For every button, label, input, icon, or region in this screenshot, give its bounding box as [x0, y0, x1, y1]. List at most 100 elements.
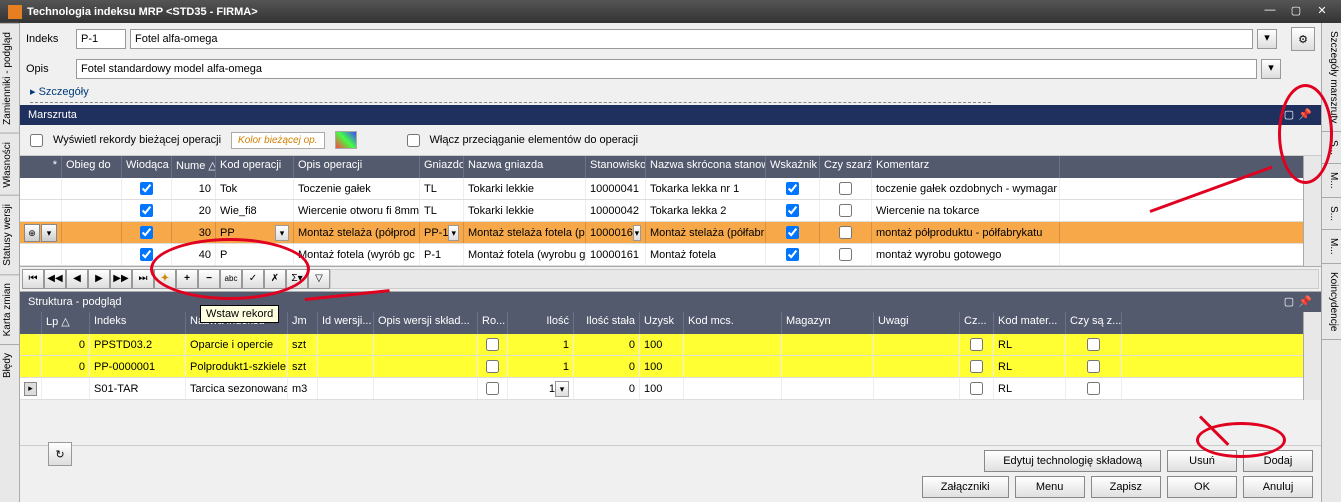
ro-checkbox[interactable] — [486, 338, 499, 351]
divider — [30, 102, 991, 103]
marszruta-row[interactable]: 20 Wie_fi8 Wiercenie otworu fi 8mm TL To… — [20, 200, 1303, 222]
szarzo-checkbox[interactable] — [839, 182, 852, 195]
csz-checkbox[interactable] — [1087, 360, 1100, 373]
nav-last[interactable]: ⏭ — [132, 269, 154, 289]
cz-checkbox[interactable] — [970, 382, 983, 395]
szarzo-checkbox[interactable] — [839, 226, 852, 239]
minimize-button[interactable]: — — [1259, 4, 1281, 20]
left-sidebar-tabs: Zamienniki - podgląd Własności Statusy w… — [0, 23, 20, 502]
zalaczniki-button[interactable]: Załączniki — [922, 476, 1009, 498]
wskaznik-checkbox[interactable] — [786, 248, 799, 261]
opis-input[interactable] — [76, 59, 1257, 79]
left-tab-bledy[interactable]: Błędy — [0, 344, 19, 386]
collapse-icon[interactable]: ▢ — [1281, 295, 1297, 309]
marszruta-grid[interactable]: * Obieg do Wiodąca Nume △ Kod operacji O… — [20, 156, 1303, 266]
wskaznik-checkbox[interactable] — [786, 182, 799, 195]
nav-sum[interactable]: Σ▾ — [286, 269, 308, 289]
indeks-dropdown[interactable]: ▾ — [1257, 29, 1277, 49]
edit-tech-button[interactable]: Edytuj technologię składową — [984, 450, 1161, 472]
wiodaca-checkbox[interactable] — [140, 248, 153, 261]
record-navigator: ⏮ ◀◀ ◀ ▶ ▶▶ ⏭ ✦ + − abc ✓ ✗ Σ▾ ▽ — [20, 266, 1321, 292]
cz-checkbox[interactable] — [970, 338, 983, 351]
right-tab-koincydencje[interactable]: Koincydencje — [1322, 264, 1341, 340]
cz-checkbox[interactable] — [970, 360, 983, 373]
indeks-code-input[interactable] — [76, 29, 126, 49]
marszruta-scrollbar[interactable] — [1303, 156, 1321, 266]
left-tab-statusy[interactable]: Statusy wersji — [0, 195, 19, 274]
nav-insert[interactable]: ✦ — [154, 269, 176, 289]
szarzo-checkbox[interactable] — [839, 248, 852, 261]
struktura-title: Struktura - podgląd — [28, 296, 122, 308]
close-button[interactable]: ✕ — [1311, 4, 1333, 20]
nav-prev[interactable]: ◀ — [66, 269, 88, 289]
szczegoly-link[interactable]: ▸ Szczegóły — [20, 83, 1321, 100]
wiodaca-checkbox[interactable] — [140, 182, 153, 195]
opis-dropdown[interactable]: ▾ — [1261, 59, 1281, 79]
opis-label: Opis — [26, 63, 72, 75]
indeks-name-input[interactable] — [130, 29, 1253, 49]
footer: ↻ Edytuj technologię składową Usuń Dodaj… — [20, 445, 1321, 502]
titlebar: Technologia indeksu MRP <STD35 - FIRMA> … — [0, 0, 1341, 23]
wiodaca-checkbox[interactable] — [140, 204, 153, 217]
nav-first[interactable]: ⏮ — [22, 269, 44, 289]
ro-checkbox[interactable] — [486, 360, 499, 373]
dodaj-button[interactable]: Dodaj — [1243, 450, 1313, 472]
marszruta-grid-header: * Obieg do Wiodąca Nume △ Kod operacji O… — [20, 156, 1303, 178]
nav-add[interactable]: + — [176, 269, 198, 289]
nav-cancel[interactable]: ✗ — [264, 269, 286, 289]
marszruta-row[interactable]: ⊕▾ 30 PP▾ Montaż stelaża (półprod PP-1▾ … — [20, 222, 1303, 244]
marszruta-row[interactable]: 40 P Montaż fotela (wyrób gc P-1 Montaż … — [20, 244, 1303, 266]
app-icon — [8, 5, 22, 19]
pin-icon[interactable]: 📌 — [1297, 108, 1313, 122]
nav-delete[interactable]: − — [198, 269, 220, 289]
drag-enable-checkbox[interactable] — [407, 134, 420, 147]
show-current-records-checkbox[interactable] — [30, 134, 43, 147]
right-sidebar-tabs: Szczegóły marszruty S... M... S... M... … — [1321, 23, 1341, 502]
ok-button[interactable]: OK — [1167, 476, 1237, 498]
csz-checkbox[interactable] — [1087, 382, 1100, 395]
right-tab-s1[interactable]: S... — [1322, 132, 1341, 164]
szarzo-checkbox[interactable] — [839, 204, 852, 217]
struktura-grid[interactable]: Lp △ Indeks Nazwa indeksu Jm Id wersji..… — [20, 312, 1303, 400]
right-tab-m1[interactable]: M... — [1322, 164, 1341, 198]
tool-button[interactable]: ⚙ — [1291, 27, 1315, 51]
right-tab-m2[interactable]: M... — [1322, 230, 1341, 264]
refresh-button[interactable]: ↻ — [48, 442, 72, 466]
color-picker[interactable] — [335, 131, 357, 149]
collapse-icon[interactable]: ▢ — [1281, 108, 1297, 122]
nav-prev-page[interactable]: ◀◀ — [44, 269, 66, 289]
csz-checkbox[interactable] — [1087, 338, 1100, 351]
nav-next[interactable]: ▶ — [88, 269, 110, 289]
left-tab-wlasnosci[interactable]: Własności — [0, 133, 19, 196]
zapisz-button[interactable]: Zapisz — [1091, 476, 1161, 498]
indeks-label: Indeks — [26, 33, 72, 45]
menu-button[interactable]: Menu — [1015, 476, 1085, 498]
left-tab-zamienniki[interactable]: Zamienniki - podgląd — [0, 23, 19, 133]
wiodaca-checkbox[interactable] — [140, 226, 153, 239]
maximize-button[interactable]: ▢ — [1285, 4, 1307, 20]
struktura-row[interactable]: 0 PPSTD03.2 Oparcie i opercie szt 1 0 10… — [20, 334, 1303, 356]
marszruta-row[interactable]: 10 Tok Toczenie gałek TL Tokarki lekkie … — [20, 178, 1303, 200]
color-label: Kolor bieżącej op. — [231, 132, 325, 149]
opt1-label: Wyświetl rekordy bieżącej operacji — [53, 134, 221, 146]
nav-post[interactable]: ✓ — [242, 269, 264, 289]
right-tab-s2[interactable]: S... — [1322, 198, 1341, 230]
nav-next-page[interactable]: ▶▶ — [110, 269, 132, 289]
struktura-row[interactable]: ▸ S01-TAR Tarcica sezonowana m3 1▾ 0 100… — [20, 378, 1303, 400]
nav-filter[interactable]: ▽ — [308, 269, 330, 289]
marszruta-header: Marszruta ▢ 📌 — [20, 105, 1321, 125]
insert-record-tooltip: Wstaw rekord — [200, 305, 279, 323]
wskaznik-checkbox[interactable] — [786, 204, 799, 217]
wskaznik-checkbox[interactable] — [786, 226, 799, 239]
anuluj-button[interactable]: Anuluj — [1243, 476, 1313, 498]
usun-button[interactable]: Usuń — [1167, 450, 1237, 472]
left-tab-karta[interactable]: Karta zmian — [0, 274, 19, 344]
nav-edit[interactable]: abc — [220, 269, 242, 289]
opt2-label: Włącz przeciąganie elementów do operacji — [430, 134, 639, 146]
struktura-scrollbar[interactable] — [1303, 312, 1321, 400]
struktura-row[interactable]: 0 PP-0000001 Polprodukt1-szkiele szt 1 0… — [20, 356, 1303, 378]
window-title: Technologia indeksu MRP <STD35 - FIRMA> — [27, 6, 1259, 18]
pin-icon[interactable]: 📌 — [1297, 295, 1313, 309]
right-tab-szczegoly[interactable]: Szczegóły marszruty — [1322, 23, 1341, 132]
ro-checkbox[interactable] — [486, 382, 499, 395]
